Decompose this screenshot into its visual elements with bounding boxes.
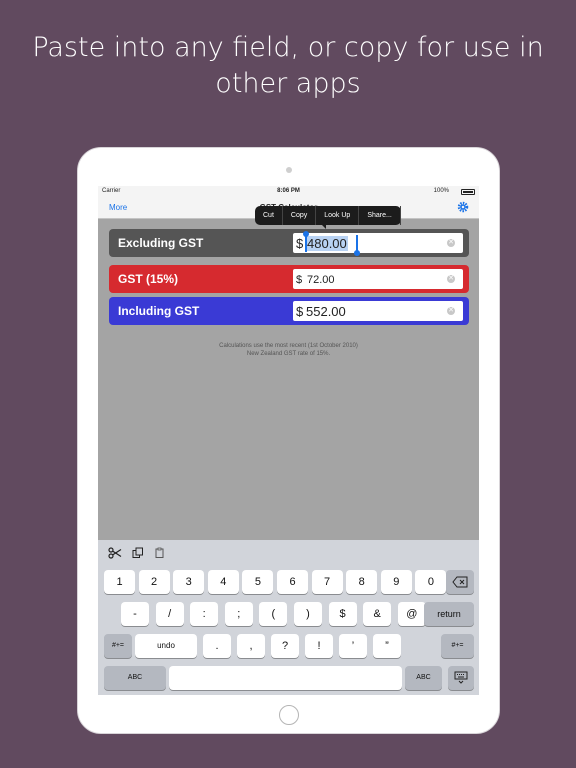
gst-rate-note: Calculations use the most recent (1st Oc… — [98, 342, 479, 358]
punctuation-key-3[interactable]: ! — [305, 634, 333, 658]
gst-row: GST (15%) $ 72.00 ✕ — [109, 265, 469, 293]
symbol-key-6[interactable]: $ — [328, 602, 357, 626]
number-key-5[interactable]: 6 — [277, 570, 308, 594]
note-line-1: Calculations use the most recent (1st Oc… — [219, 343, 358, 349]
paste-icon[interactable] — [154, 547, 166, 559]
gst-value: 72.00 — [307, 274, 335, 286]
excluding-gst-label: Excluding GST — [118, 236, 204, 250]
selected-text: 480.00 — [306, 236, 348, 251]
including-gst-row: Including GST $ 552.00 ✕ — [109, 297, 469, 325]
symbol-key-4[interactable]: ( — [259, 602, 288, 626]
number-key-6[interactable]: 7 — [311, 570, 343, 594]
number-key-9[interactable]: 0 — [415, 570, 447, 594]
space-bar[interactable] — [169, 666, 402, 690]
including-gst-value: 552.00 — [306, 304, 346, 319]
number-key-7[interactable]: 8 — [346, 570, 378, 594]
excluding-gst-field[interactable]: $ 480.00 ✕ — [293, 231, 463, 256]
symbol-key-0[interactable]: - — [121, 602, 149, 626]
symbol-key-3[interactable]: ; — [224, 602, 253, 626]
punctuation-key-4[interactable]: ’ — [339, 634, 367, 658]
battery-icon — [461, 189, 475, 195]
excluding-gst-value: 480.00 — [306, 236, 348, 251]
headline: Paste into any field, or copy for use in… — [0, 30, 576, 102]
note-line-2: New Zealand GST rate of 15%. — [246, 351, 331, 357]
symbols-toggle-key[interactable]: #+= — [104, 634, 132, 658]
number-key-3[interactable]: 4 — [207, 570, 239, 594]
home-button[interactable] — [279, 705, 299, 725]
punctuation-key-5[interactable]: ” — [373, 634, 401, 658]
hide-keyboard-key[interactable] — [448, 666, 474, 690]
gst-field[interactable]: $ 72.00 ✕ — [293, 269, 463, 289]
cut-menu-item[interactable]: Cut — [255, 206, 283, 225]
clear-icon[interactable]: ✕ — [447, 239, 455, 247]
headline-line-1: Paste into any field, or copy for use in — [32, 32, 544, 63]
keyboard-icon — [454, 671, 468, 684]
return-key[interactable]: return — [424, 602, 474, 626]
symbol-key-1[interactable]: / — [155, 602, 184, 626]
shortcut-bar — [108, 546, 166, 560]
including-gst-label: Including GST — [118, 304, 200, 318]
ipad-frame: Carrier 8:06 PM 100% More GST Calculator… — [77, 147, 500, 734]
selection-start-handle[interactable] — [303, 231, 309, 252]
including-gst-field[interactable]: $ 552.00 ✕ — [293, 301, 463, 321]
number-key-4[interactable]: 5 — [242, 570, 274, 594]
headline-line-2: other apps — [215, 68, 361, 99]
copy-icon[interactable] — [132, 547, 144, 559]
symbol-key-8[interactable]: @ — [397, 602, 426, 626]
symbols-toggle-key-right[interactable]: #+= — [441, 634, 474, 658]
abc-key-left[interactable]: ABC — [104, 666, 166, 690]
excluding-gst-row: Excluding GST $ 480.00 ✕ — [109, 229, 469, 257]
look-up-menu-item[interactable]: Look Up — [316, 206, 360, 225]
punctuation-key-2[interactable]: ? — [271, 634, 299, 658]
edit-menu: Cut Copy Look Up Share... — [255, 206, 401, 229]
app-screen: Carrier 8:06 PM 100% More GST Calculator… — [98, 186, 479, 695]
selection-end-handle[interactable] — [354, 235, 360, 256]
camera — [286, 167, 292, 173]
share-menu-item[interactable]: Share... — [359, 206, 401, 225]
battery-percent: 100% — [433, 188, 449, 194]
currency-symbol: $ — [296, 304, 304, 319]
number-key-0[interactable]: 1 — [104, 570, 135, 594]
keyboard: 1234567890 - /:;() $ & @ return #+= undo .,?… — [98, 540, 479, 695]
symbol-key-2[interactable]: : — [190, 602, 219, 626]
number-key-8[interactable]: 9 — [380, 570, 412, 594]
copy-menu-item[interactable]: Copy — [283, 206, 317, 225]
punctuation-key-1[interactable]: , — [237, 634, 265, 658]
currency-symbol: $ — [296, 274, 303, 286]
clear-icon[interactable]: ✕ — [447, 307, 455, 315]
gear-icon[interactable] — [457, 201, 469, 213]
clock: 8:06 PM — [277, 188, 300, 194]
status-bar: Carrier 8:06 PM 100% — [98, 186, 479, 197]
punctuation-key-0[interactable]: . — [203, 634, 231, 658]
number-key-2[interactable]: 3 — [173, 570, 205, 594]
undo-key[interactable]: undo — [135, 634, 197, 658]
scissors-icon[interactable] — [108, 547, 122, 559]
gst-label: GST (15%) — [118, 272, 179, 286]
backspace-key[interactable] — [446, 570, 474, 594]
abc-key-right[interactable]: ABC — [405, 666, 442, 690]
currency-symbol: $ — [296, 236, 304, 251]
clear-icon[interactable]: ✕ — [447, 275, 455, 283]
symbol-key-7[interactable]: & — [363, 602, 392, 626]
symbol-key-5[interactable]: ) — [294, 602, 322, 626]
backspace-icon — [452, 576, 468, 588]
number-key-1[interactable]: 2 — [138, 570, 170, 594]
